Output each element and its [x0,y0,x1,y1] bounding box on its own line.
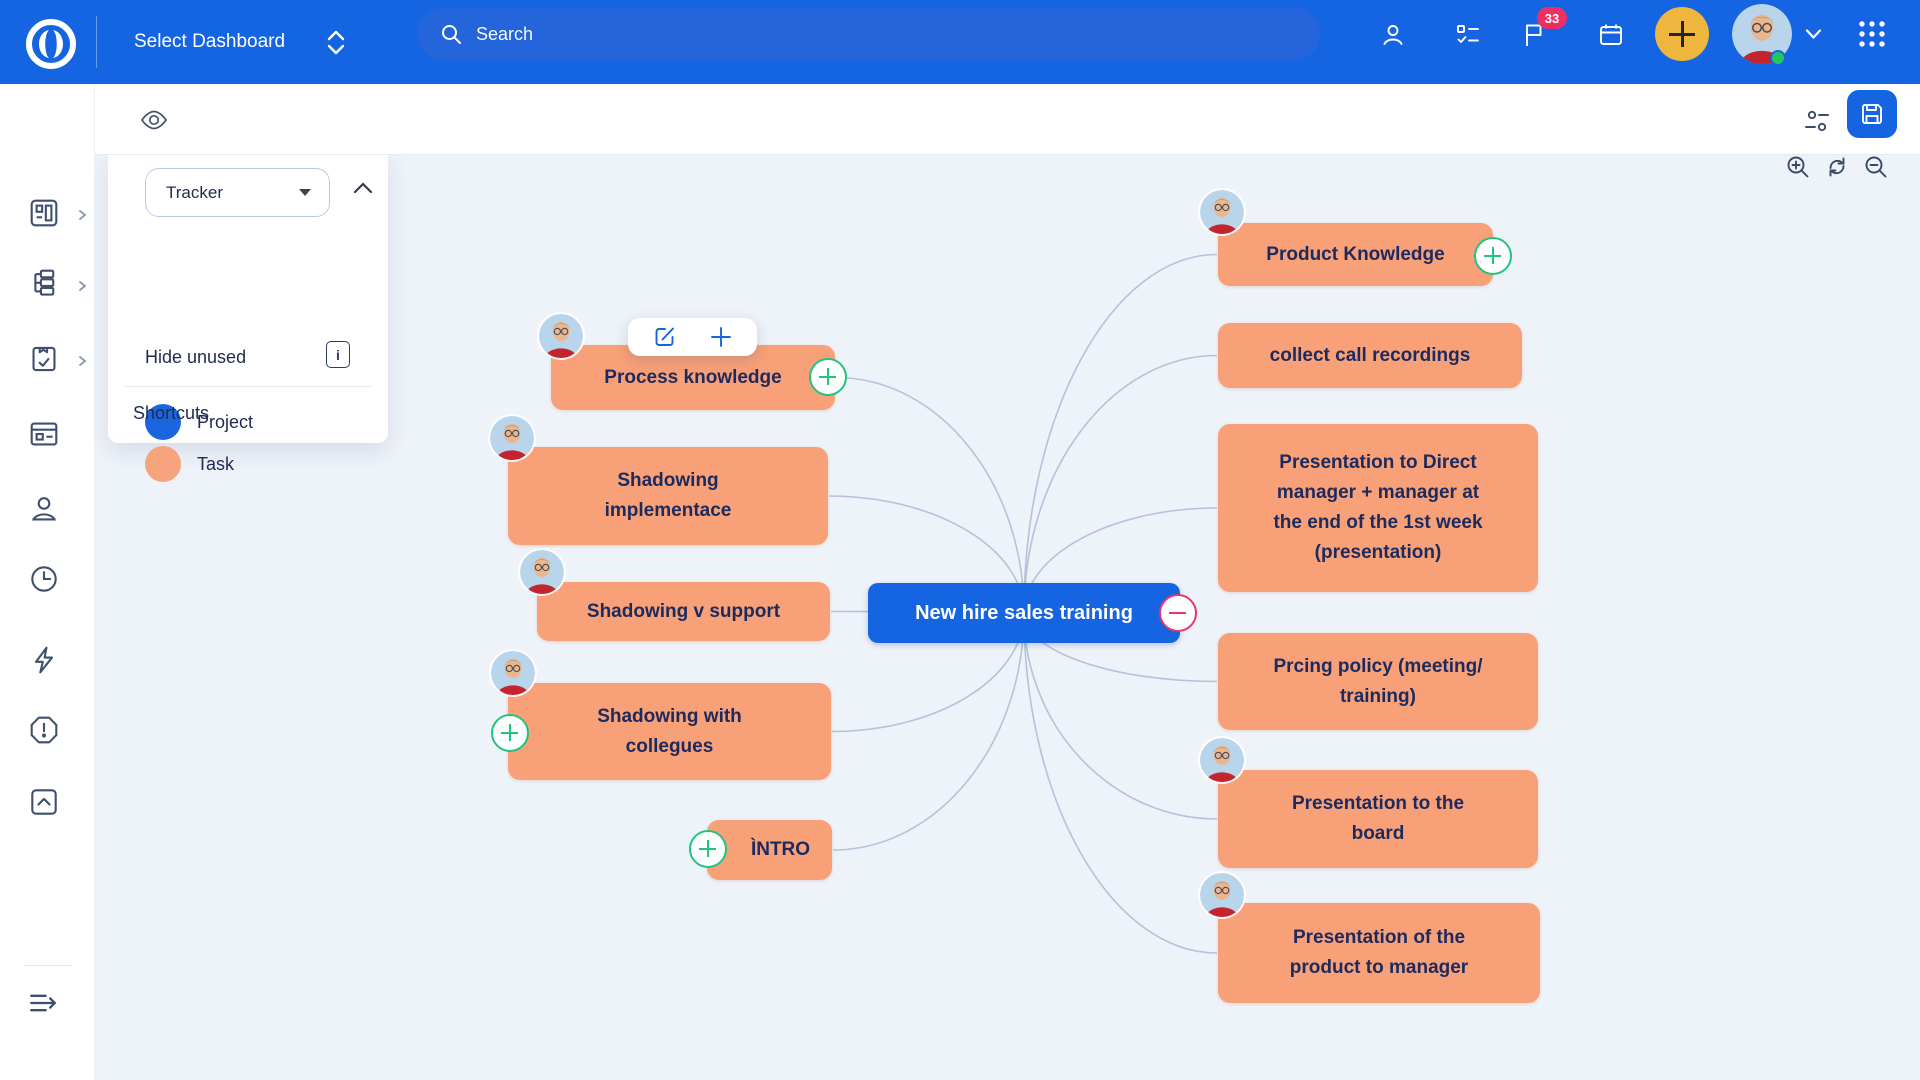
expand-sidebar-icon[interactable] [26,986,60,1020]
tracker-dropdown[interactable]: Tracker [145,168,330,217]
shortcuts-link[interactable]: Shortcuts [133,403,209,424]
mindmap-node-product-knowledge[interactable]: Product Knowledge [1218,223,1493,286]
sidebar-item-structure[interactable] [28,268,64,304]
mindmap-node-presentation-board[interactable]: Presentation to the board [1218,770,1538,868]
sort-chevrons-icon [325,30,347,55]
tasks-checklist-icon[interactable] [1455,22,1481,48]
add-child-node-button[interactable] [809,358,847,396]
mindmap-node-shadowing-v-support[interactable]: Shadowing v support [537,582,830,641]
save-floppy-icon [1858,100,1886,128]
canvas-toolbar [95,84,1920,155]
mindmap-node-shadowing-implementace[interactable]: Shadowing implementace [508,447,828,545]
mindmap-node-presentation-direct-manager[interactable]: Presentation to Direct manager + manager… [1218,424,1538,592]
sidebar-item-tasks[interactable] [28,343,64,379]
hide-unused-label[interactable]: Hide unused [145,347,246,368]
topbar-separator [96,16,97,68]
add-child-node-button[interactable] [689,830,727,868]
canvas-zoom-controls [1785,154,1889,180]
assignee-avatar[interactable] [491,651,535,695]
search-input[interactable] [476,24,1176,45]
mindmap-node-collect-call-recordings[interactable]: collect call recordings [1218,323,1522,388]
assignee-avatar[interactable] [539,314,583,358]
chevron-up-square-icon [28,786,60,818]
mindmap-node-prcing-policy[interactable]: Prcing policy (meeting/ training) [1218,633,1538,730]
panel-divider [125,386,371,387]
assignee-avatar[interactable] [520,550,564,594]
sidebar-item-dashboards[interactable] [28,197,64,233]
legend-task-label: Task [197,454,234,475]
mindmap-node-root[interactable]: New hire sales training [868,583,1180,643]
edit-node-icon[interactable] [652,324,678,350]
preview-eye-icon[interactable] [139,105,169,135]
search-icon [439,22,463,46]
clock-icon [28,563,60,595]
select-dashboard-button[interactable]: Select Dashboard [134,0,347,84]
sidebar-item-projects[interactable] [28,418,64,454]
info-icon[interactable]: i [326,341,350,368]
alert-octagon-icon [28,714,60,746]
left-sidebar [0,84,95,1080]
apps-grid-icon[interactable] [1857,19,1887,49]
create-new-button[interactable] [1655,7,1709,61]
sidebar-divider [24,965,72,966]
topbar: Select Dashboard 33 [0,0,1920,84]
lightning-icon [28,644,60,676]
add-child-node-button[interactable] [491,714,529,752]
chevron-right-icon[interactable] [76,355,88,367]
add-child-node-button[interactable] [1474,237,1512,275]
person-icon [28,493,60,525]
assignee-avatar[interactable] [1200,873,1244,917]
save-button[interactable] [1847,90,1897,138]
zoom-out-icon[interactable] [1863,154,1889,180]
chevron-down-icon[interactable] [1805,28,1822,40]
refresh-icon[interactable] [1824,154,1850,180]
collapse-panel-chevron-up-icon[interactable] [353,181,373,195]
online-status-dot [1770,50,1786,66]
sidebar-item-alerts[interactable] [28,714,64,750]
app-logo[interactable] [25,18,77,70]
task-color-dot [145,446,181,482]
notification-badge: 33 [1537,7,1567,29]
assignee-avatar[interactable] [1200,738,1244,782]
clients-icon[interactable] [1380,22,1406,48]
add-node-icon[interactable] [708,324,734,350]
caret-down-icon [299,189,311,196]
project-card-icon [28,418,60,450]
chevron-right-icon[interactable] [76,209,88,221]
org-structure-icon [28,268,60,300]
node-hover-toolbar [628,318,757,356]
mindmap-node-presentation-product-manager[interactable]: Presentation of the product to manager [1218,903,1540,1003]
sidebar-item-people[interactable] [28,493,64,529]
tracker-legend-panel: Tracker Project Task Hide unused i Short… [108,155,388,443]
legend-item-task[interactable]: Task [145,446,234,482]
zoom-in-icon[interactable] [1785,154,1811,180]
tracker-dropdown-value: Tracker [166,183,223,203]
calendar-icon[interactable] [1598,22,1624,48]
assignee-avatar[interactable] [490,416,534,460]
assignee-avatar[interactable] [1200,190,1244,234]
collapse-node-button[interactable] [1159,594,1197,632]
dashboard-icon [28,197,60,229]
mindmap-node-shadowing-with-collegues[interactable]: Shadowing with collegues [508,683,831,780]
sidebar-item-upload[interactable] [28,786,64,822]
chevron-right-icon[interactable] [76,280,88,292]
sidebar-item-automation[interactable] [28,644,64,680]
select-dashboard-label: Select Dashboard [134,31,285,53]
search-bar[interactable] [417,8,1320,60]
view-settings-icon[interactable] [1803,100,1831,140]
clipboard-check-icon [28,343,60,375]
sidebar-item-time[interactable] [28,563,64,599]
